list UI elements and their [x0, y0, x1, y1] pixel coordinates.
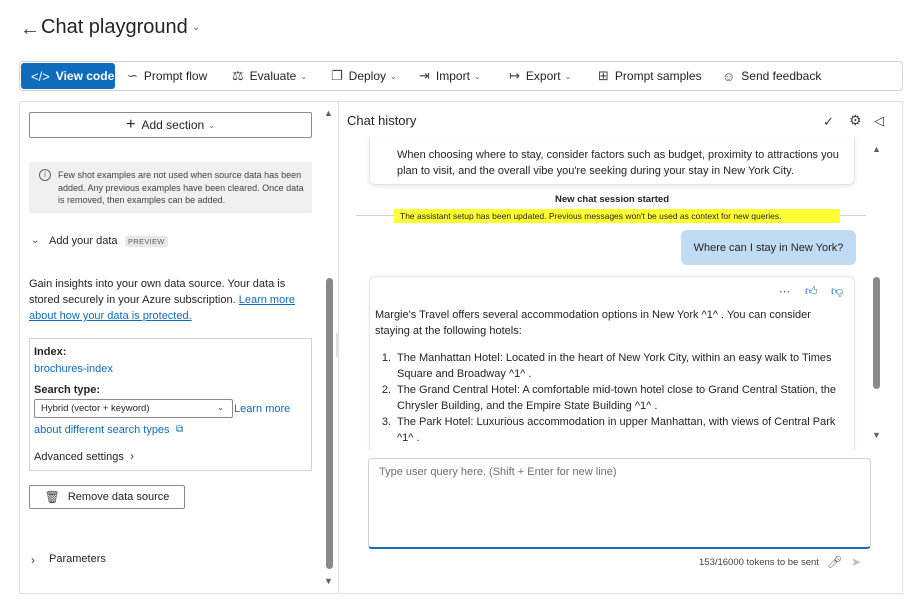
- list-item: 2. The Grand Central Hotel: A comfortable…: [375, 382, 847, 414]
- cube-icon: ❐: [331, 68, 343, 83]
- advanced-settings-link[interactable]: Advanced settings: [34, 451, 124, 463]
- parameters-header[interactable]: Parameters: [49, 553, 106, 565]
- trash-icon: 🗑: [44, 490, 60, 504]
- send-feedback-label: Send feedback: [741, 69, 822, 83]
- import-label: Import: [435, 69, 470, 83]
- export-label: Export: [525, 69, 561, 83]
- user-query-input[interactable]: [368, 458, 871, 549]
- search-type-value: Hybrid (vector + keyword): [41, 403, 150, 414]
- info-icon: i: [39, 169, 51, 181]
- chevron-right-icon[interactable]: ›: [31, 553, 35, 567]
- list-item: 1. The Manhattan Hotel: Located in the he…: [375, 350, 847, 382]
- deploy-button[interactable]: ❐ Deploy ⌄: [331, 62, 397, 90]
- scale-icon: ⚖: [232, 68, 244, 83]
- index-link[interactable]: brochures-index: [34, 363, 113, 375]
- info-text: Few shot examples are not used when sour…: [58, 170, 304, 205]
- panel-splitter[interactable]: [336, 333, 339, 357]
- scroll-up-icon[interactable]: ▲: [872, 144, 881, 154]
- external-link-icon[interactable]: ⧉: [176, 424, 183, 435]
- search-type-label: Search type:: [34, 384, 101, 396]
- scroll-up-icon[interactable]: ▲: [324, 108, 333, 118]
- session-started-label: New chat session started: [554, 194, 670, 205]
- gear-icon[interactable]: ⚙: [849, 112, 862, 129]
- list-number: 1.: [381, 352, 391, 364]
- assistant-message-text: Margie's Travel offers several accommoda…: [375, 309, 811, 337]
- add-your-data-header[interactable]: Add your data: [49, 235, 118, 247]
- flow-icon: ∽: [127, 68, 138, 83]
- prompt-flow-button[interactable]: ∽ Prompt flow: [127, 62, 207, 90]
- export-button[interactable]: ↦ Export ⌄: [509, 62, 571, 90]
- list-number: 2.: [381, 384, 391, 396]
- chevron-down-icon: ⌄: [390, 71, 397, 81]
- search-type-dropdown[interactable]: Hybrid (vector + keyword) ⌄: [34, 399, 233, 418]
- send-icon[interactable]: ➤: [851, 555, 861, 569]
- hotel-list: 1. The Manhattan Hotel: Located in the he…: [375, 350, 847, 444]
- toolbar: </> View code ∽ Prompt flow ⚖ Evaluate ⌄…: [19, 61, 903, 91]
- prompt-samples-label: Prompt samples: [614, 69, 702, 83]
- chat-history-title: Chat history: [347, 113, 417, 128]
- remove-data-source-label: Remove data source: [67, 491, 170, 503]
- thumbs-up-icon[interactable]: 👍︎: [805, 284, 818, 299]
- chevron-down-icon: ⌄: [473, 71, 481, 81]
- remove-data-source-button[interactable]: 🗑 Remove data source: [29, 485, 185, 509]
- list-number: 3.: [381, 416, 391, 428]
- evaluate-label: Evaluate: [249, 69, 297, 83]
- plus-icon: +: [126, 116, 136, 133]
- list-item-text: The Manhattan Hotel: Located in the hear…: [397, 352, 832, 380]
- page-title: Chat playground: [41, 16, 188, 38]
- feedback-icon: ☺: [722, 68, 736, 84]
- evaluate-button[interactable]: ⚖ Evaluate ⌄: [232, 62, 307, 90]
- grid-icon: ⊞: [598, 68, 609, 83]
- user-message: Where can I stay in New York?: [681, 230, 856, 265]
- list-item-text: The Grand Central Hotel: A comfortable m…: [397, 384, 837, 412]
- preview-badge: PREVIEW: [125, 236, 168, 247]
- scroll-down-icon[interactable]: ▼: [872, 430, 881, 440]
- speaker-icon[interactable]: ◁: [874, 113, 884, 129]
- assistant-message-text: When choosing where to stay, consider fa…: [397, 149, 839, 177]
- add-section-label: Add section: [141, 118, 205, 132]
- left-scrollbar-thumb[interactable]: [326, 278, 333, 569]
- add-section-button[interactable]: + Add section ⌄: [29, 112, 312, 138]
- thumbs-down-icon[interactable]: 👎︎: [831, 284, 843, 299]
- view-code-button[interactable]: </> View code: [21, 63, 115, 89]
- import-icon: ⇥: [419, 68, 430, 83]
- prompt-samples-button[interactable]: ⊞ Prompt samples: [598, 62, 702, 90]
- setup-updated-notice: The assistant setup has been updated. Pr…: [394, 209, 840, 223]
- back-arrow-icon[interactable]: ←: [20, 18, 40, 41]
- search-types-link[interactable]: about different search types: [34, 424, 170, 436]
- insights-description: Gain insights into your own data source.…: [29, 276, 311, 324]
- export-icon: ↦: [509, 68, 520, 83]
- send-feedback-button[interactable]: ☺ Send feedback: [722, 62, 821, 90]
- deploy-label: Deploy: [348, 69, 387, 83]
- chat-scrollbar-thumb[interactable]: [873, 277, 880, 389]
- scroll-down-icon[interactable]: ▼: [324, 576, 333, 586]
- list-item: 3. The Park Hotel: Luxurious accommodatio…: [375, 414, 847, 444]
- code-icon: </>: [31, 68, 50, 84]
- index-label: Index:: [34, 346, 67, 358]
- token-count: 153/16000 tokens to be sent: [699, 557, 819, 568]
- list-item-text: The Park Hotel: Luxurious accommodation …: [397, 416, 836, 444]
- chevron-right-icon[interactable]: ›: [130, 449, 134, 463]
- more-options-icon[interactable]: ⋯: [779, 285, 791, 298]
- chevron-down-icon: ⌄: [564, 71, 572, 81]
- prompt-flow-label: Prompt flow: [143, 69, 208, 83]
- chevron-down-icon: ⌄: [217, 403, 224, 412]
- chevron-down-icon[interactable]: ⌄: [31, 235, 39, 246]
- chevron-down-icon[interactable]: ⌄: [192, 22, 200, 33]
- chevron-down-icon: ⌄: [208, 120, 215, 130]
- chevron-down-icon: ⌄: [300, 71, 308, 81]
- clear-chat-icon[interactable]: ✓: [823, 114, 834, 130]
- import-button[interactable]: ⇥ Import ⌄: [419, 62, 481, 90]
- learn-more-link[interactable]: Learn more: [234, 403, 290, 415]
- microphone-icon[interactable]: 🎤︎: [827, 555, 842, 569]
- view-code-label: View code: [55, 69, 115, 83]
